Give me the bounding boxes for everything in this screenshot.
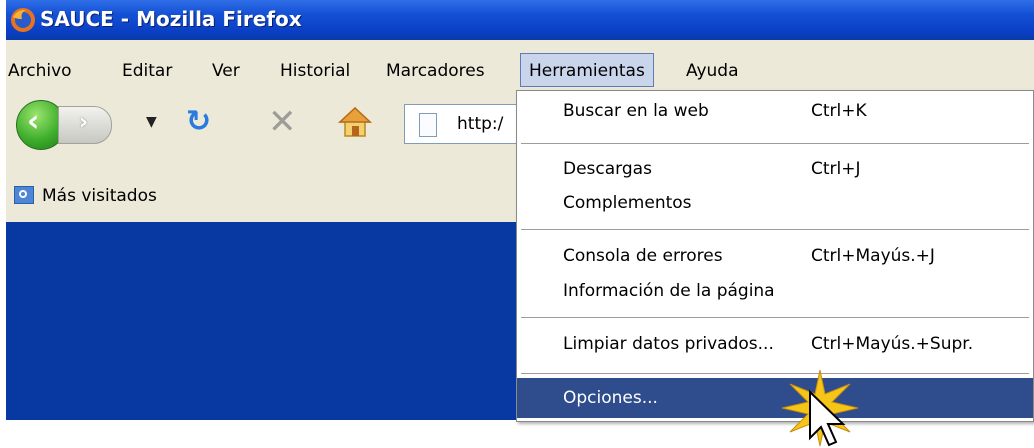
menu-item-shortcut: Ctrl+K — [811, 101, 867, 121]
history-dropdown-icon[interactable]: ▼ — [146, 114, 157, 130]
firefox-icon — [11, 8, 35, 32]
menu-item-complementos[interactable]: Complementos — [517, 183, 1033, 223]
menu-item-shortcut: Ctrl+Mayús.+J — [811, 246, 935, 266]
menu-editar[interactable]: Editar — [122, 52, 172, 90]
menu-separator — [521, 317, 1029, 318]
stop-icon[interactable]: ✕ — [268, 102, 297, 142]
bookmark-mas-visitados[interactable]: Más visitados — [42, 176, 157, 216]
menu-separator — [521, 143, 1029, 144]
menu-separator — [521, 229, 1029, 230]
menu-item-label: Complementos — [563, 193, 692, 213]
reload-icon[interactable]: ↻ — [186, 104, 211, 139]
menu-item-limpiar-datos-privados[interactable]: Limpiar datos privados... Ctrl+Mayús.+Su… — [517, 324, 1033, 364]
page-icon — [419, 113, 437, 137]
menu-ver[interactable]: Ver — [212, 52, 240, 90]
menu-separator — [521, 373, 1029, 374]
home-icon[interactable] — [338, 106, 372, 138]
menu-item-label: Información de la página — [563, 281, 775, 301]
forward-button[interactable]: › — [58, 106, 112, 144]
menu-item-label: Limpiar datos privados... — [563, 334, 774, 354]
forward-arrow-icon: › — [79, 110, 89, 135]
menu-historial[interactable]: Historial — [280, 52, 350, 90]
menu-item-label: Buscar en la web — [563, 101, 709, 121]
menu-bar: Archivo Editar Ver Historial Marcadores … — [6, 52, 1034, 90]
mouse-cursor-icon — [781, 369, 859, 447]
menu-archivo[interactable]: Archivo — [8, 52, 72, 90]
smart-folder-icon — [14, 186, 34, 204]
title-bar: SAUCE - Mozilla Firefox — [6, 0, 1034, 40]
menu-item-buscar-en-la-web[interactable]: Buscar en la web Ctrl+K — [517, 91, 1033, 131]
menu-item-label: Consola de errores — [563, 246, 723, 266]
menu-item-consola-de-errores[interactable]: Consola de errores Ctrl+Mayús.+J — [517, 236, 1033, 276]
menu-marcadores[interactable]: Marcadores — [386, 52, 485, 90]
menu-item-informacion-de-la-pagina[interactable]: Información de la página — [517, 271, 1033, 311]
menu-herramientas[interactable]: Herramientas — [520, 53, 654, 87]
address-bar[interactable]: http:/ — [404, 104, 524, 144]
back-arrow-icon: ‹ — [27, 104, 40, 139]
menu-item-label: Opciones... — [563, 388, 658, 408]
tools-menu-dropdown: Buscar en la web Ctrl+K Descargas Ctrl+J… — [516, 90, 1034, 422]
menu-item-shortcut: Ctrl+Mayús.+Supr. — [811, 334, 974, 354]
menu-ayuda[interactable]: Ayuda — [686, 52, 739, 90]
address-text[interactable]: http:/ — [457, 105, 503, 143]
window-title: SAUCE - Mozilla Firefox — [40, 7, 302, 31]
menu-item-opciones[interactable]: Opciones... — [517, 378, 1033, 418]
